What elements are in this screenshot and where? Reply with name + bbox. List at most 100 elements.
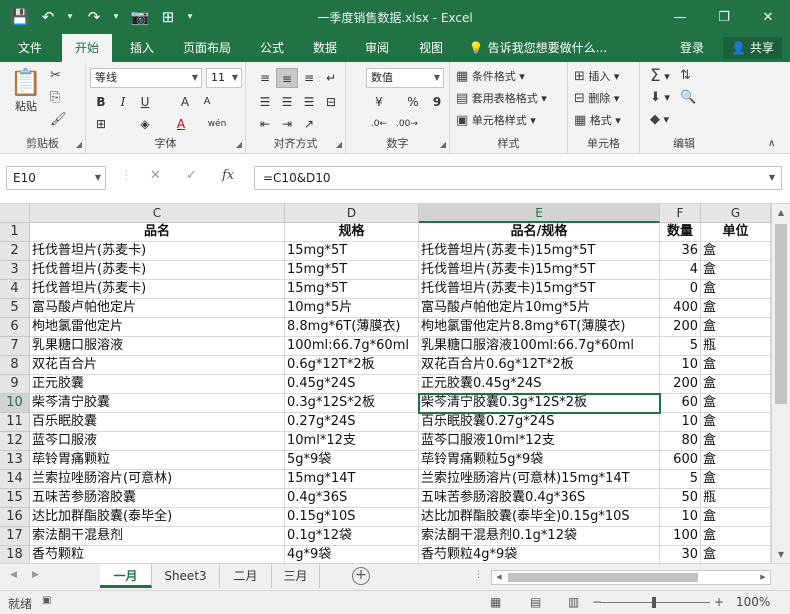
share-button[interactable]: 👤 共享	[723, 37, 782, 59]
font-size-combo[interactable]: 11 ▼	[206, 68, 242, 88]
cell-e9[interactable]: 正元胶囊0.45g*24S	[419, 375, 660, 394]
cell-e3[interactable]: 托伐普坦片(苏麦卡)15mg*5T	[419, 261, 660, 280]
tab-insert[interactable]: 插入	[118, 34, 166, 62]
cell-g14[interactable]: 盒	[701, 470, 771, 489]
align-left-icon[interactable]: ☰	[254, 92, 276, 112]
cell-e14[interactable]: 兰索拉唑肠溶片(可意林)15mg*14T	[419, 470, 660, 489]
copy-button[interactable]: ⎘	[50, 90, 60, 105]
cell-f12[interactable]: 80	[660, 432, 701, 451]
cell-d13[interactable]: 5g*9袋	[285, 451, 419, 470]
cell-g17[interactable]: 盒	[701, 527, 771, 546]
increase-indent-icon[interactable]: ⇥	[276, 114, 298, 134]
cell-c12[interactable]: 蓝芩口服液	[30, 432, 285, 451]
cell-c3[interactable]: 托伐普坦片(苏麦卡)	[30, 261, 285, 280]
row-header[interactable]: 4	[0, 280, 30, 299]
align-top-icon[interactable]: ≡	[254, 68, 276, 88]
cell-d15[interactable]: 0.4g*36S	[285, 489, 419, 508]
cell-d10[interactable]: 0.3g*12S*2板	[285, 394, 419, 413]
orientation-icon[interactable]: ↗	[298, 114, 320, 134]
percent-button[interactable]: %	[402, 92, 424, 112]
cell-f11[interactable]: 10	[660, 413, 701, 432]
comma-style-button[interactable]: 9	[426, 92, 448, 112]
borders-icon[interactable]: ⊞	[90, 114, 112, 134]
cell-e8[interactable]: 双花百合片0.6g*12T*2板	[419, 356, 660, 375]
cell-g12[interactable]: 盒	[701, 432, 771, 451]
find-select-button[interactable]: 🔍	[680, 90, 696, 105]
cell-f18[interactable]: 30	[660, 546, 701, 563]
cell-d2[interactable]: 15mg*5T	[285, 242, 419, 261]
scroll-up-icon[interactable]: ▲	[772, 204, 790, 221]
cell-g9[interactable]: 盒	[701, 375, 771, 394]
cell-d14[interactable]: 15mg*14T	[285, 470, 419, 489]
decrease-indent-icon[interactable]: ⇤	[254, 114, 276, 134]
zoom-level[interactable]: 100%	[736, 595, 770, 609]
row-header[interactable]: 15	[0, 489, 30, 508]
decrease-decimal-icon[interactable]: .00→	[396, 114, 418, 134]
row-header[interactable]: 18	[0, 546, 30, 563]
cell-g1[interactable]: 单位	[701, 223, 771, 242]
row-header[interactable]: 17	[0, 527, 30, 546]
cell-e17[interactable]: 索法酮干混悬剂0.1g*12袋	[419, 527, 660, 546]
next-sheet-icon[interactable]: ▶	[32, 570, 39, 580]
vertical-scrollbar[interactable]: ▲ ▼	[771, 204, 790, 563]
cell-g5[interactable]: 盒	[701, 299, 771, 318]
horizontal-scrollbar[interactable]: ◀ ▶	[491, 570, 771, 585]
conditional-format-button[interactable]: ▦ 条件格式 ▾	[456, 68, 525, 84]
font-name-combo[interactable]: 等线 ▼	[90, 68, 202, 88]
cell-c11[interactable]: 百乐眠胶囊	[30, 413, 285, 432]
cell-e18[interactable]: 香芍颗粒4g*9袋	[419, 546, 660, 563]
cell-e2[interactable]: 托伐普坦片(苏麦卡)15mg*5T	[419, 242, 660, 261]
macro-record-icon[interactable]: ▣	[42, 595, 51, 606]
collapse-ribbon-icon[interactable]: ∧	[768, 138, 775, 149]
cell-c10[interactable]: 柴芩清宁胶囊	[30, 394, 285, 413]
cell-e10[interactable]: 柴芩清宁胶囊0.3g*12S*2板	[418, 393, 661, 414]
cell-g15[interactable]: 瓶	[701, 489, 771, 508]
row-header[interactable]: 5	[0, 299, 30, 318]
zoom-slider-thumb[interactable]	[652, 597, 656, 608]
cell-c13[interactable]: 荜铃胃痛颗粒	[30, 451, 285, 470]
cell-f4[interactable]: 0	[660, 280, 701, 299]
fill-button[interactable]: ⬇ ▾	[650, 90, 670, 105]
increase-font-button[interactable]: A	[174, 92, 196, 112]
cell-e16[interactable]: 达比加群酯胶囊(泰毕全)0.15g*10S	[419, 508, 660, 527]
dialog-launcher-icon[interactable]: ◢	[440, 140, 446, 149]
cell-c17[interactable]: 索法酮干混悬剂	[30, 527, 285, 546]
cell-g3[interactable]: 盒	[701, 261, 771, 280]
cell-f13[interactable]: 600	[660, 451, 701, 470]
cell-f14[interactable]: 5	[660, 470, 701, 489]
row-header[interactable]: 2	[0, 242, 30, 261]
sign-in-link[interactable]: 登录	[670, 34, 714, 62]
tell-me-box[interactable]: 💡 告诉我您想要做什么...	[458, 34, 618, 62]
cell-c15[interactable]: 五味苦参肠溶胶囊	[30, 489, 285, 508]
cell-f17[interactable]: 100	[660, 527, 701, 546]
clear-button[interactable]: ◆ ▾	[650, 112, 669, 127]
cell-styles-button[interactable]: ▣ 单元格样式 ▾	[456, 112, 536, 128]
format-painter-button[interactable]: 🖌	[50, 112, 67, 127]
font-color-icon[interactable]: A	[170, 114, 192, 134]
tab-review[interactable]: 审阅	[354, 34, 400, 62]
sort-filter-button[interactable]: ⇅	[680, 68, 691, 83]
vertical-scroll-thumb[interactable]	[775, 224, 787, 404]
cell-g8[interactable]: 盒	[701, 356, 771, 375]
cell-d11[interactable]: 0.27g*24S	[285, 413, 419, 432]
cell-g11[interactable]: 盒	[701, 413, 771, 432]
add-sheet-button[interactable]: +	[352, 567, 370, 585]
sheet-tab-february[interactable]: 二月	[220, 564, 272, 588]
row-header[interactable]: 11	[0, 413, 30, 432]
increase-decimal-icon[interactable]: .0←	[368, 114, 390, 134]
scroll-down-icon[interactable]: ▼	[772, 546, 790, 563]
cell-d7[interactable]: 100ml:66.7g*60ml	[285, 337, 419, 356]
cell-g6[interactable]: 盒	[701, 318, 771, 337]
align-bottom-icon[interactable]: ≡	[298, 68, 320, 88]
cell-d17[interactable]: 0.1g*12袋	[285, 527, 419, 546]
page-layout-view-icon[interactable]: ▤	[530, 595, 541, 609]
cell-c14[interactable]: 兰索拉唑肠溶片(可意林)	[30, 470, 285, 489]
tab-home[interactable]: 开始	[62, 34, 112, 62]
cell-f6[interactable]: 200	[660, 318, 701, 337]
cell-f1[interactable]: 数量	[660, 223, 701, 242]
row-header[interactable]: 3	[0, 261, 30, 280]
cell-c16[interactable]: 达比加群酯胶囊(泰毕全)	[30, 508, 285, 527]
restore-button[interactable]: ❐	[702, 0, 746, 34]
cell-d5[interactable]: 10mg*5片	[285, 299, 419, 318]
cell-f5[interactable]: 400	[660, 299, 701, 318]
